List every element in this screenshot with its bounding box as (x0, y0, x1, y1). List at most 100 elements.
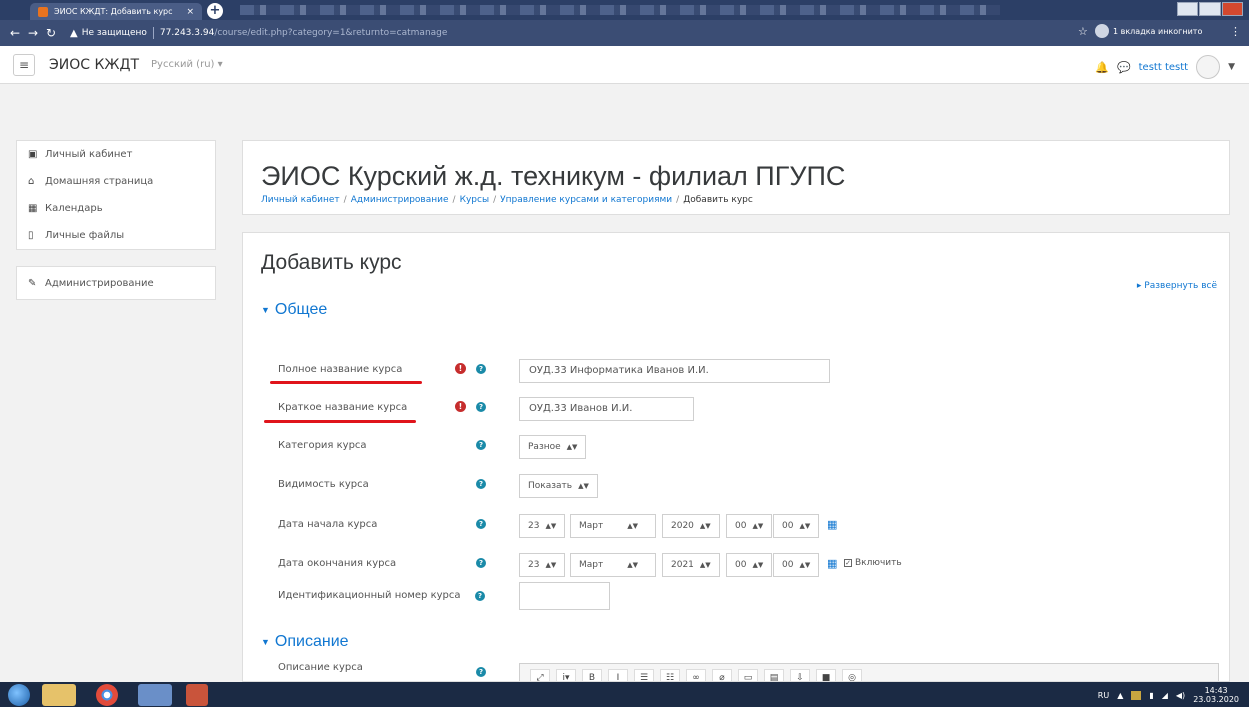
chevron-down-icon[interactable]: ▼ (1228, 62, 1235, 72)
breadcrumb-current: Добавить курс (683, 195, 753, 205)
link-icon[interactable]: ∞ (686, 669, 706, 681)
user-name[interactable]: testt testt (1139, 62, 1188, 73)
video-icon[interactable]: ■ (816, 669, 836, 681)
enddate-enable-checkbox[interactable]: ✓ Включить (844, 558, 902, 568)
url-divider (152, 27, 154, 39)
breadcrumb-link[interactable]: Личный кабинет (261, 195, 340, 205)
startdate-hour-select[interactable]: 00 ▲▼ (726, 514, 773, 538)
avatar[interactable] (1196, 55, 1221, 79)
bold-icon[interactable]: B (582, 669, 602, 681)
sidebar-item-dashboard[interactable]: ▣ Личный кабинет (17, 141, 215, 168)
forward-arrow-icon[interactable]: → (24, 26, 42, 40)
expand-all-link[interactable]: ▸ Развернуть всё (1137, 281, 1217, 291)
breadcrumb-link[interactable]: Администрирование (351, 195, 449, 205)
calendar-icon[interactable]: ▦ (827, 557, 837, 570)
enddate-month-select[interactable]: Март ▲▼ (570, 553, 656, 577)
help-icon[interactable]: ? (475, 591, 485, 601)
help-icon[interactable]: ? (476, 667, 486, 677)
bell-icon[interactable]: 🔔 (1095, 61, 1109, 74)
enddate-minute-select[interactable]: 00 ▲▼ (773, 553, 820, 577)
required-icon: ! (455, 363, 466, 374)
startdate-year-select[interactable]: 2020 ▲▼ (662, 514, 720, 538)
help-icon[interactable]: ? (476, 402, 486, 412)
visibility-row: Видимость курса ? Показать ▲▼ (243, 472, 1229, 500)
enddate-day-select[interactable]: 23 ▲▼ (519, 553, 566, 577)
help-icon[interactable]: ? (476, 558, 486, 568)
incognito-indicator[interactable]: 1 вкладка инкогнито (1095, 24, 1202, 38)
startdate-minute-select[interactable]: 00 ▲▼ (773, 514, 820, 538)
visibility-value: Показать (528, 481, 573, 491)
select-arrow-icon: ▲▼ (566, 443, 578, 451)
sidebar-item-calendar[interactable]: ▦ Календарь (17, 195, 215, 222)
numbered-list-icon[interactable]: ☷ (660, 669, 680, 681)
paragraph-style-icon[interactable]: i▾ (556, 669, 576, 681)
site-navbar: ≡ ЭИОС КЖДТ Русский (ru) ▾ 🔔 💬 testt tes… (0, 46, 1249, 84)
help-icon[interactable]: ? (476, 479, 486, 489)
browser-tab[interactable]: ЭИОС КЖДТ: Добавить курс × (30, 3, 202, 20)
sidebar-item-label: Календарь (45, 203, 103, 214)
site-name[interactable]: ЭИОС КЖДТ (49, 57, 139, 73)
help-icon[interactable]: ? (476, 364, 486, 374)
chat-bubble-icon[interactable]: 💬 (1117, 61, 1131, 74)
sidebar-item-home[interactable]: ⌂ Домашняя страница (17, 168, 215, 195)
visibility-select[interactable]: Показать ▲▼ (519, 474, 598, 498)
section-description-title: Описание (274, 633, 349, 650)
os-taskbar: RU ▲ ▮ ◢ ◀) 14:43 23.03.2020 (0, 682, 1249, 707)
explorer-taskbar-icon[interactable] (42, 683, 76, 706)
window-close-icon[interactable] (1221, 2, 1243, 16)
tray-chevron-icon[interactable]: ▲ (1117, 691, 1123, 700)
language-menu[interactable]: Русский (ru) ▾ (151, 59, 223, 70)
sidebar-item-administration[interactable]: ✎ Администрирование (17, 267, 215, 299)
enddate-hour-select[interactable]: 00 ▲▼ (726, 553, 773, 577)
new-tab-button[interactable]: + (207, 3, 223, 19)
app-taskbar-icon[interactable] (138, 683, 172, 706)
browser-menu-icon[interactable]: ⋮ (1230, 25, 1241, 38)
maximize-icon[interactable] (1199, 2, 1221, 16)
bullet-list-icon[interactable]: ☰ (634, 669, 654, 681)
toolbar-expand-icon[interactable]: ⤢ (530, 669, 550, 681)
recorder-icon[interactable]: ◎ (842, 669, 862, 681)
network-icon[interactable]: ▮ (1149, 691, 1153, 700)
select-value: 00 (735, 521, 747, 531)
hamburger-menu-icon[interactable]: ≡ (13, 53, 35, 76)
breadcrumb-link[interactable]: Курсы (460, 195, 489, 205)
shortname-input[interactable]: ОУД.33 Иванов И.И. (519, 397, 694, 421)
shortname-row: Краткое название курса ! ? ОУД.33 Иванов… (243, 395, 1229, 423)
sidebar-item-private-files[interactable]: ▯ Личные файлы (17, 222, 215, 249)
startdate-day-select[interactable]: 23 ▲▼ (519, 514, 566, 538)
url-input[interactable]: ▲ Не защищено 77.243.3.94 /course/edit.p… (70, 24, 1075, 42)
system-clock[interactable]: 14:43 23.03.2020 (1193, 686, 1239, 704)
clock-date: 23.03.2020 (1193, 695, 1239, 704)
back-arrow-icon[interactable]: ← (6, 26, 24, 40)
action-center-icon[interactable] (1131, 690, 1142, 700)
startdate-month-select[interactable]: Март ▲▼ (570, 514, 656, 538)
help-icon[interactable]: ? (476, 440, 486, 450)
select-value: Март (579, 521, 604, 531)
minimize-icon[interactable] (1177, 2, 1199, 16)
language-indicator[interactable]: RU (1098, 691, 1109, 700)
fullname-input[interactable]: ОУД.33 Информатика Иванов И.И. (519, 359, 830, 383)
file-icon[interactable]: ⇩ (790, 669, 810, 681)
tab-close-icon[interactable]: × (186, 7, 194, 17)
help-icon[interactable]: ? (476, 519, 486, 529)
page-header: ЭИОС Курский ж.д. техникум - филиал ПГУП… (242, 140, 1230, 215)
category-select[interactable]: Разное ▲▼ (519, 435, 587, 459)
calendar-icon[interactable]: ▦ (827, 518, 837, 531)
breadcrumb-link[interactable]: Управление курсами и категориями (500, 195, 672, 205)
section-general-toggle[interactable]: ▼ Общее (261, 301, 327, 319)
unlink-icon[interactable]: ⌀ (712, 669, 732, 681)
select-arrow-icon: ▲▼ (699, 522, 711, 530)
chrome-taskbar-icon[interactable] (96, 683, 118, 706)
image-icon[interactable]: ▭ (738, 669, 758, 681)
bookmark-star-icon[interactable]: ☆ (1078, 25, 1088, 38)
powerpoint-taskbar-icon[interactable] (186, 683, 208, 706)
italic-icon[interactable]: I (608, 669, 628, 681)
start-button[interactable] (8, 683, 30, 706)
media-icon[interactable]: ▤ (764, 669, 784, 681)
enddate-year-select[interactable]: 2021 ▲▼ (662, 553, 720, 577)
section-description-toggle[interactable]: ▼ Описание (261, 633, 349, 651)
idnumber-input[interactable] (519, 582, 610, 610)
signal-icon[interactable]: ◢ (1162, 691, 1168, 700)
reload-icon[interactable]: ↻ (42, 26, 60, 40)
volume-icon[interactable]: ◀) (1176, 691, 1185, 700)
